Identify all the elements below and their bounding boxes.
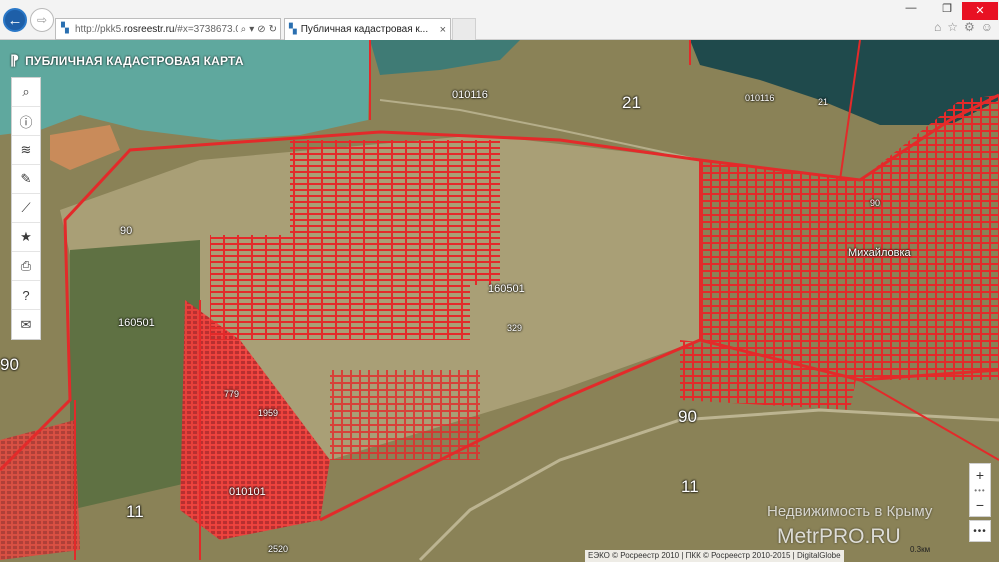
site-favicon-icon: ▚: [61, 23, 69, 34]
info-button[interactable]: ⓘ: [12, 107, 40, 136]
url-suffix: /#x=3738673.03359: [174, 23, 238, 35]
district-label: 11: [126, 502, 144, 521]
more-options-button[interactable]: •••: [969, 520, 991, 542]
town-label: Михайловка: [848, 247, 911, 259]
url-prefix: http://pkk5.: [75, 23, 124, 35]
arrow-right-icon: ⇨: [36, 13, 48, 27]
close-window-button[interactable]: ✕: [962, 2, 998, 20]
layers-icon: ≋: [20, 142, 32, 157]
rosreestr-logo-icon: ⁋: [10, 52, 20, 68]
parcel-label: 1959: [258, 408, 279, 418]
map-viewport[interactable]: 010116 21 010116 21 90 90 90 90 160501 1…: [0, 40, 999, 562]
parcel-label: 329: [507, 323, 523, 333]
smiley-icon[interactable]: ☺: [981, 20, 993, 34]
watermark-text: Недвижимость в Крыму: [767, 503, 933, 520]
browser-toolbar-icons: ⌂ ☆ ⚙ ☺: [934, 20, 993, 34]
print-button[interactable]: ⎙: [12, 252, 40, 281]
scale-bar: 0.3км: [910, 545, 931, 554]
dropdown-icon[interactable]: ▾: [249, 24, 254, 35]
zoom-out-button[interactable]: −: [970, 494, 990, 516]
tab-cadastral-map[interactable]: ▚ Публичная кадастровая к... ×: [284, 18, 451, 40]
zoom-level-indicator[interactable]: •••: [970, 486, 990, 495]
layers-button[interactable]: ≋: [12, 136, 40, 165]
forest-strip: [70, 240, 200, 510]
south-parcels: [330, 370, 480, 460]
address-actions: ⌕ ▾ ⊘ ↻: [238, 24, 280, 35]
info-icon: ⓘ: [19, 114, 33, 130]
restore-button[interactable]: ❐: [933, 2, 961, 15]
parcel-label: 779: [224, 389, 240, 399]
pencil-icon: ✎: [20, 171, 32, 186]
search-icon[interactable]: ⌕: [241, 24, 247, 35]
mail-button[interactable]: ✉: [12, 310, 40, 339]
mail-icon: ✉: [20, 316, 32, 332]
district-label: 90: [0, 355, 19, 374]
favorites-icon[interactable]: ☆: [947, 20, 958, 34]
zoom-control: + ••• −: [969, 463, 991, 517]
search-icon: ⌕: [22, 84, 30, 99]
refresh-icon[interactable]: ↻: [269, 24, 277, 35]
bookmark-button[interactable]: ★: [12, 223, 40, 252]
home-icon[interactable]: ⌂: [934, 20, 941, 34]
west-parcels: [0, 420, 80, 560]
minimize-button[interactable]: —: [897, 2, 925, 14]
printer-icon: ⎙: [20, 258, 32, 273]
arrow-left-icon: ←: [7, 11, 23, 29]
parcel-label: 2520: [268, 544, 289, 554]
map-title: ⁋ ПУБЛИЧНАЯ КАДАСТРОВАЯ КАРТА: [10, 52, 244, 69]
zoom-in-button[interactable]: +: [970, 464, 990, 486]
district-label: 21: [818, 97, 829, 107]
garden-rows-south: [210, 235, 470, 340]
quarter-label: 160501: [118, 317, 155, 329]
satellite-map[interactable]: [0, 40, 999, 562]
back-button[interactable]: ←: [3, 8, 27, 32]
district-label: 90: [678, 407, 697, 426]
map-attribution: ЕЭКО © Росреестр 2010 | ПКК © Росреестр …: [585, 550, 844, 562]
district-label: 21: [622, 93, 641, 112]
district-label: 11: [681, 477, 699, 496]
quarter-label: 160501: [488, 283, 525, 295]
tab-favicon-icon: ▚: [289, 24, 297, 35]
district-label: 90: [870, 198, 881, 208]
quarter-label: 010116: [452, 89, 488, 101]
map-title-text: ПУБЛИЧНАЯ КАДАСТРОВАЯ КАРТА: [25, 53, 244, 68]
url-domain: rosreestr.ru: [123, 23, 175, 35]
browser-chrome: ← ⇨ ▚ http://pkk5.rosreestr.ru/#x=373867…: [0, 0, 999, 40]
measure-button[interactable]: ⟋: [12, 194, 40, 223]
stop-icon[interactable]: ⊘: [257, 24, 265, 35]
watermark-site: MetrPRO.RU: [777, 525, 901, 548]
map-toolbar: ⌕ ⓘ ≋ ✎ ⟋ ★ ⎙ ? ✉: [11, 77, 41, 340]
star-icon: ★: [20, 229, 32, 244]
tab-close-icon[interactable]: ×: [440, 24, 446, 36]
address-bar[interactable]: ▚ http://pkk5.rosreestr.ru/#x=3738673.03…: [55, 18, 281, 40]
tab-title: Публичная кадастровая к...: [300, 24, 429, 35]
settings-gear-icon[interactable]: ⚙: [964, 20, 975, 34]
ruler-icon: ⟋: [21, 200, 31, 215]
draw-button[interactable]: ✎: [12, 165, 40, 194]
quarter-label: 010101: [229, 486, 266, 498]
quarter-label: 010116: [745, 93, 775, 103]
district-label: 90: [120, 225, 133, 237]
address-url[interactable]: http://pkk5.rosreestr.ru/#x=3738673.0335…: [75, 24, 238, 35]
search-button[interactable]: ⌕: [12, 78, 40, 107]
help-button[interactable]: ?: [12, 281, 40, 310]
help-icon: ?: [22, 287, 30, 303]
new-tab-button[interactable]: [452, 18, 476, 40]
forward-button[interactable]: ⇨: [30, 8, 54, 32]
